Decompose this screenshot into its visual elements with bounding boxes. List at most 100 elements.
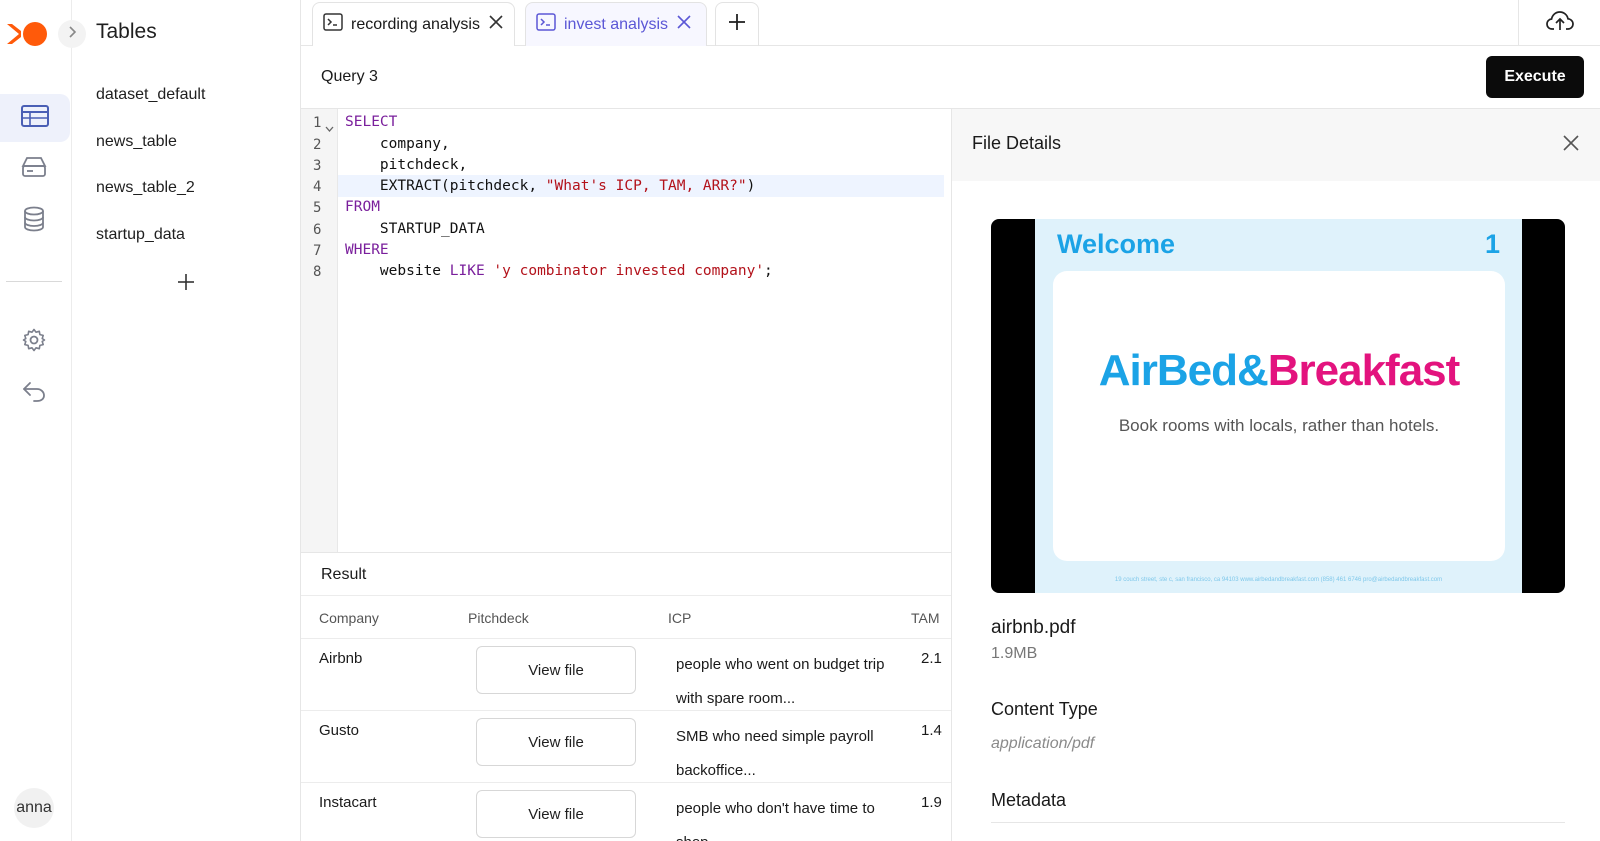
rail-divider	[6, 281, 62, 282]
line-number: 3	[313, 158, 322, 174]
code-line[interactable]: company,	[345, 133, 951, 155]
column-header-tam[interactable]: TAM	[911, 610, 940, 626]
tab-label: recording analysis	[351, 15, 480, 33]
tab-recording-analysis[interactable]: recording analysis	[312, 2, 515, 46]
table-row: Airbnb View file people who went on budg…	[301, 640, 951, 711]
table-item-news-table-2[interactable]: news_table_2	[96, 179, 195, 197]
icp-cell: SMB who need simple payroll backoffice..…	[676, 728, 874, 779]
icp-cell: people who don't have time to shop...	[676, 800, 875, 841]
database-icon	[23, 206, 45, 237]
tables-title: Tables	[96, 20, 157, 43]
line-number: 5	[313, 200, 322, 216]
result-title: Result	[321, 566, 367, 583]
user-avatar[interactable]: anna	[14, 788, 54, 828]
settings-nav-button[interactable]	[16, 324, 52, 360]
table-item-dataset-default[interactable]: dataset_default	[96, 86, 205, 104]
pitchdeck-slide: Welcome 1 AirBed&Breakfast Book rooms wi…	[1035, 219, 1522, 593]
query-header: Query 3 Execute	[301, 46, 1600, 109]
line-number: 4	[313, 179, 322, 195]
tam-cell: 1.4	[921, 722, 942, 739]
slide-tagline: Book rooms with locals, rather than hote…	[1118, 416, 1440, 435]
line-number: 8	[313, 264, 322, 280]
result-table-header: Company Pitchdeck ICP TAM	[301, 595, 951, 639]
file-size: 1.9MB	[991, 645, 1038, 662]
code-line[interactable]: EXTRACT(pitchdeck, "What's ICP, TAM, ARR…	[338, 175, 944, 197]
table-row: Gusto View file SMB who need simple payr…	[301, 712, 951, 783]
fold-chevron-icon[interactable]	[325, 120, 334, 138]
code-line[interactable]: STARTUP_DATA	[345, 218, 951, 240]
code-line[interactable]: WHERE	[345, 239, 951, 261]
tables-nav-button[interactable]	[0, 94, 70, 142]
add-table-button[interactable]	[174, 272, 198, 296]
code-line[interactable]: FROM	[345, 196, 951, 218]
metadata-divider	[991, 822, 1565, 823]
query-title: Query 3	[321, 68, 378, 85]
execute-button[interactable]: Execute	[1486, 56, 1584, 98]
table-item-startup-data[interactable]: startup_data	[96, 226, 185, 244]
tab-invest-analysis[interactable]: invest analysis	[525, 2, 707, 46]
column-header-pitchdeck[interactable]: Pitchdeck	[468, 610, 529, 626]
sql-editor[interactable]: 1 2 3 4 5 6 7 8 SELECT company, pitchdec…	[301, 109, 951, 552]
app-logo[interactable]	[5, 20, 49, 48]
terminal-icon	[536, 13, 556, 36]
storage-nav-button[interactable]	[16, 151, 52, 187]
table-row: Instacart View file people who don't hav…	[301, 784, 951, 841]
view-file-button[interactable]: View file	[476, 718, 636, 766]
file-details-header: File Details	[952, 109, 1600, 181]
settings-icon	[22, 328, 46, 357]
cloud-upload-icon	[1545, 10, 1574, 37]
brand-part-1: AirBed&	[1098, 346, 1269, 395]
chevron-right-icon	[67, 25, 77, 44]
slide-card: AirBed&Breakfast Book rooms with locals,…	[1053, 271, 1505, 561]
view-file-button[interactable]: View file	[476, 646, 636, 694]
tam-cell: 2.1	[921, 650, 942, 667]
line-number-gutter: 1 2 3 4 5 6 7 8	[301, 109, 338, 552]
close-tab-icon[interactable]	[676, 14, 692, 35]
tab-bar: recording analysis invest analysis	[301, 0, 1600, 46]
line-number: 6	[313, 222, 322, 238]
plus-icon	[727, 12, 747, 37]
icon-rail: anna	[0, 0, 72, 841]
new-tab-button[interactable]	[715, 2, 759, 46]
view-file-button[interactable]: View file	[476, 790, 636, 838]
undo-nav-button[interactable]	[16, 375, 52, 411]
storage-icon	[21, 156, 47, 183]
close-icon	[1562, 134, 1580, 157]
brand-part-2: Breakfast	[1267, 346, 1461, 395]
file-details-title: File Details	[972, 133, 1062, 153]
file-name: airbnb.pdf	[991, 617, 1076, 638]
slide-heading: Welcome	[1057, 229, 1176, 259]
close-details-button[interactable]	[1557, 131, 1585, 159]
tam-cell: 1.9	[921, 794, 942, 811]
tables-sidebar: Tables dataset_default news_table news_t…	[58, 0, 301, 841]
terminal-icon	[323, 13, 343, 36]
result-panel: Result Company Pitchdeck ICP TAM Airbnb …	[301, 552, 951, 841]
plus-icon	[177, 273, 195, 296]
line-number: 1	[313, 115, 322, 131]
company-cell: Gusto	[319, 722, 360, 739]
file-preview[interactable]: Welcome 1 AirBed&Breakfast Book rooms wi…	[991, 219, 1565, 593]
column-header-company[interactable]: Company	[319, 610, 379, 626]
close-tab-icon[interactable]	[488, 14, 504, 35]
metadata-label: Metadata	[991, 790, 1067, 810]
table-item-news-table[interactable]: news_table	[96, 133, 177, 151]
tab-label: invest analysis	[564, 15, 669, 33]
line-number: 7	[313, 243, 322, 259]
undo-icon	[22, 380, 46, 407]
slide-page-number: 1	[1484, 229, 1500, 259]
app-window: anna Tables dataset_default news_table n…	[0, 0, 1600, 841]
column-header-icp[interactable]: ICP	[668, 610, 691, 626]
upload-button[interactable]	[1518, 0, 1600, 46]
user-name: anna	[16, 799, 52, 816]
line-number: 2	[313, 137, 322, 153]
slide-footer: 19 couch street, ste c, san francisco, c…	[1114, 577, 1443, 583]
code-line[interactable]: SELECT	[345, 111, 951, 133]
database-nav-button[interactable]	[16, 203, 52, 239]
company-cell: Instacart	[319, 794, 377, 811]
content-type-label: Content Type	[991, 699, 1098, 719]
code-line[interactable]: website LIKE 'y combinator invested comp…	[345, 260, 951, 282]
table-icon	[21, 104, 49, 132]
sidebar-toggle-button[interactable]	[58, 20, 86, 48]
slide-brand-logo: AirBed&Breakfast	[1053, 346, 1505, 396]
code-line[interactable]: pitchdeck,	[345, 154, 951, 176]
